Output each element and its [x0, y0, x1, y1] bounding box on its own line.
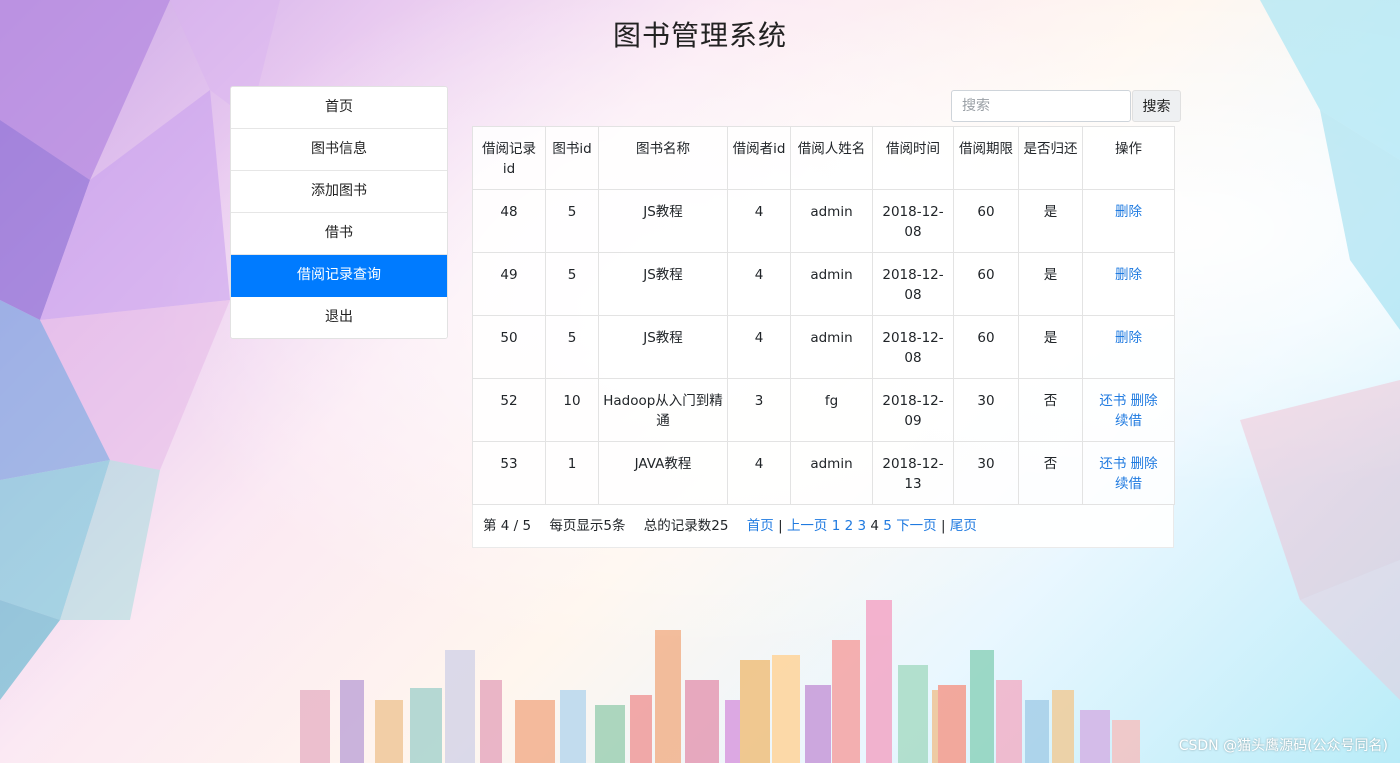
cell-borrower-id: 4	[727, 189, 791, 253]
cell-book-id: 1	[545, 441, 599, 505]
delete-link[interactable]: 删除	[1115, 330, 1142, 346]
watermark-text: CSDN @猫头鹰源码(公众号同名)	[1178, 738, 1388, 754]
sidebar-item-home[interactable]: 首页	[231, 87, 447, 129]
renew-link[interactable]: 续借	[1115, 476, 1142, 492]
cell-book-name: JS教程	[598, 252, 728, 316]
cell-book-id: 5	[545, 315, 599, 379]
cell-borrower-name: fg	[790, 378, 873, 442]
cell-period: 30	[953, 378, 1019, 442]
borrow-records-table-container: 借阅记录id 图书id 图书名称 借阅者id 借阅人姓名 借阅时间 借阅期限 是…	[472, 126, 1175, 548]
column-header-period: 借阅期限	[953, 126, 1019, 190]
page-link-1[interactable]: 1	[832, 518, 841, 534]
table-row: 53 1 JAVA教程 4 admin 2018-12-13 30 否 还书 删…	[472, 441, 1175, 505]
table-row: 50 5 JS教程 4 admin 2018-12-08 60 是 删除	[472, 315, 1175, 379]
cell-borrower-name: admin	[790, 441, 873, 505]
cell-period: 60	[953, 315, 1019, 379]
cell-returned: 是	[1018, 189, 1083, 253]
cell-book-id: 10	[545, 378, 599, 442]
renew-link[interactable]: 续借	[1115, 413, 1142, 429]
total-records: 总的记录数25	[643, 518, 729, 534]
sidebar-item-add-book[interactable]: 添加图书	[231, 171, 447, 213]
table-header-row: 借阅记录id 图书id 图书名称 借阅者id 借阅人姓名 借阅时间 借阅期限 是…	[472, 126, 1175, 190]
cell-record-id: 48	[472, 189, 546, 253]
delete-link[interactable]: 删除	[1115, 267, 1142, 283]
pagination-separator: |	[940, 518, 946, 534]
search-bar: 搜索	[951, 90, 1181, 122]
return-book-link[interactable]: 还书	[1099, 393, 1126, 409]
table-row: 49 5 JS教程 4 admin 2018-12-08 60 是 删除	[472, 252, 1175, 316]
cell-record-id: 52	[472, 378, 546, 442]
cell-borrower-id: 4	[727, 252, 791, 316]
current-page: 4	[870, 518, 879, 534]
cell-book-name: JS教程	[598, 189, 728, 253]
cell-borrow-time: 2018-12-13	[872, 441, 954, 505]
cell-actions: 删除	[1082, 189, 1175, 253]
borrow-records-table: 借阅记录id 图书id 图书名称 借阅者id 借阅人姓名 借阅时间 借阅期限 是…	[472, 126, 1175, 505]
sidebar-item-borrow-book[interactable]: 借书	[231, 213, 447, 255]
sidebar-item-logout[interactable]: 退出	[231, 297, 447, 338]
column-header-borrow-time: 借阅时间	[872, 126, 954, 190]
cell-borrower-id: 4	[727, 441, 791, 505]
cell-borrow-time: 2018-12-08	[872, 189, 954, 253]
last-page-link[interactable]: 尾页	[950, 518, 977, 534]
delete-link[interactable]: 删除	[1115, 204, 1142, 220]
cell-record-id: 50	[472, 315, 546, 379]
column-header-actions: 操作	[1082, 126, 1175, 190]
cell-borrower-name: admin	[790, 189, 873, 253]
cell-borrower-name: admin	[790, 252, 873, 316]
page-link-2[interactable]: 2	[845, 518, 854, 534]
table-row: 52 10 Hadoop从入门到精通 3 fg 2018-12-09 30 否 …	[472, 378, 1175, 442]
pagination-bar: 第 4 / 5 每页显示5条 总的记录数25 首页 | 上一页 1 2 3 4 …	[472, 505, 1174, 548]
cell-actions: 还书 删除 续借	[1082, 378, 1175, 442]
next-page-link[interactable]: 下一页	[896, 518, 937, 534]
cell-record-id: 53	[472, 441, 546, 505]
delete-link[interactable]: 删除	[1131, 393, 1158, 409]
search-button[interactable]: 搜索	[1132, 90, 1181, 122]
delete-link[interactable]: 删除	[1131, 456, 1158, 472]
cell-book-name: JAVA教程	[598, 441, 728, 505]
search-input[interactable]	[951, 90, 1131, 122]
sidebar-item-borrow-records[interactable]: 借阅记录查询	[231, 255, 447, 297]
per-page-info: 每页显示5条	[549, 518, 626, 534]
cell-record-id: 49	[472, 252, 546, 316]
table-row: 48 5 JS教程 4 admin 2018-12-08 60 是 删除	[472, 189, 1175, 253]
cell-period: 60	[953, 252, 1019, 316]
cell-borrower-name: admin	[790, 315, 873, 379]
column-header-book-id: 图书id	[545, 126, 599, 190]
pagination-separator: |	[778, 518, 783, 534]
cell-book-id: 5	[545, 252, 599, 316]
return-book-link[interactable]: 还书	[1099, 456, 1126, 472]
cell-book-name: JS教程	[598, 315, 728, 379]
cell-book-id: 5	[545, 189, 599, 253]
cell-period: 60	[953, 189, 1019, 253]
column-header-book-name: 图书名称	[598, 126, 728, 190]
sidebar-item-book-info[interactable]: 图书信息	[231, 129, 447, 171]
column-header-record-id: 借阅记录id	[472, 126, 546, 190]
cell-period: 30	[953, 441, 1019, 505]
page-info: 第 4 / 5	[483, 518, 532, 534]
cell-borrower-id: 4	[727, 315, 791, 379]
cell-returned: 否	[1018, 378, 1083, 442]
cell-actions: 删除	[1082, 252, 1175, 316]
cell-book-name: Hadoop从入门到精通	[598, 378, 728, 442]
cell-returned: 否	[1018, 441, 1083, 505]
cell-borrow-time: 2018-12-09	[872, 378, 954, 442]
column-header-returned: 是否归还	[1018, 126, 1083, 190]
cell-actions: 删除	[1082, 315, 1175, 379]
prev-page-link[interactable]: 上一页	[787, 518, 828, 534]
cell-borrow-time: 2018-12-08	[872, 315, 954, 379]
first-page-link[interactable]: 首页	[747, 518, 774, 534]
page-link-5[interactable]: 5	[883, 518, 892, 534]
page-link-3[interactable]: 3	[858, 518, 867, 534]
column-header-borrower-id: 借阅者id	[727, 126, 791, 190]
cell-borrower-id: 3	[727, 378, 791, 442]
cell-borrow-time: 2018-12-08	[872, 252, 954, 316]
page-title: 图书管理系统	[612, 19, 787, 52]
cell-returned: 是	[1018, 252, 1083, 316]
cell-actions: 还书 删除 续借	[1082, 441, 1175, 505]
column-header-borrower-name: 借阅人姓名	[790, 126, 873, 190]
cell-returned: 是	[1018, 315, 1083, 379]
sidebar-nav: 首页 图书信息 添加图书 借书 借阅记录查询 退出	[230, 86, 448, 339]
